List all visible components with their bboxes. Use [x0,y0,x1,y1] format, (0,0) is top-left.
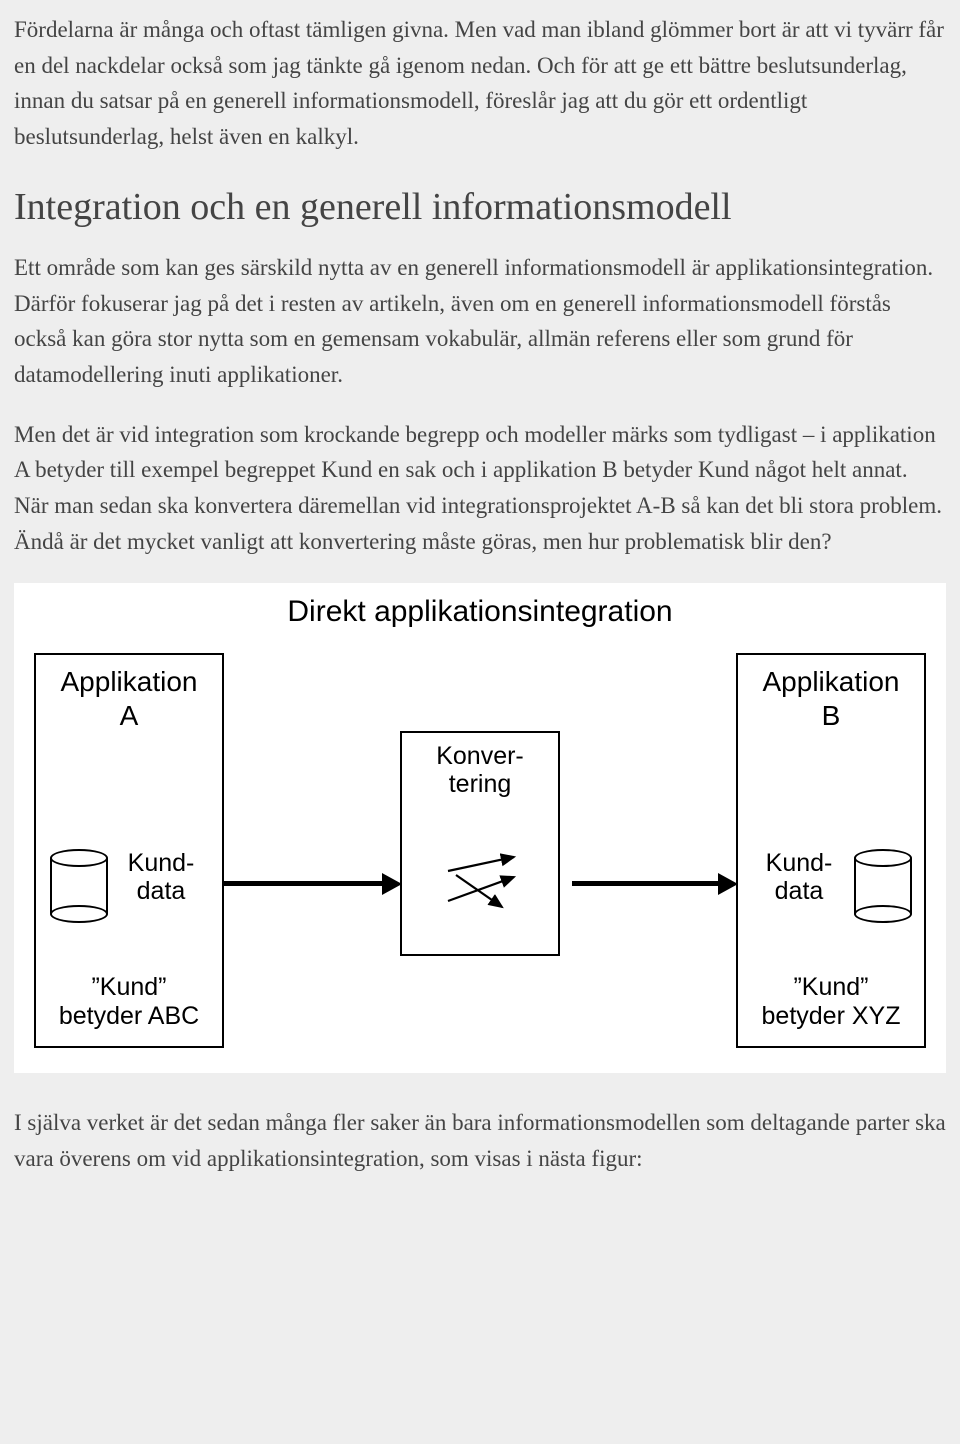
diagram-app-a-meaning-line2: betyder ABC [59,1002,199,1030]
diagram-app-a-box: Applikation A Kund- data ”Kund” betyder … [34,653,224,1048]
body-paragraph-2: Ett område som kan ges särskild nytta av… [14,250,946,393]
section-heading: Integration och en generell informations… [14,185,946,231]
diagram-app-a-data-label: Kund- data [116,850,206,905]
body-paragraph-4: I själva verket är det sedan många fler … [14,1105,946,1176]
diagram-app-b-label: Applikation B [738,665,924,732]
database-cylinder-icon [50,849,108,923]
database-cylinder-icon [854,849,912,923]
diagram-app-b-meaning-line2: betyder XYZ [762,1002,901,1030]
intro-paragraph-1: Fördelarna är många och oftast tämligen … [14,12,946,155]
diagram-app-a-meaning-line1: ”Kund” [91,973,166,1001]
diagram-app-b-box: Applikation B Kund- data ”Kund” betyder … [736,653,926,1048]
diagram-app-a-label-line1: Applikation [61,666,198,697]
diagram-app-b-meaning-line1: ”Kund” [793,973,868,1001]
diagram-app-a-data-label-line2: data [137,877,186,905]
diagram-direct-integration: Direkt applikationsintegration Applikati… [14,583,946,1073]
arrow-line-icon [224,881,386,886]
diagram-app-b-label-line2: B [822,700,841,731]
diagram-app-b-label-line1: Applikation [763,666,900,697]
diagram-conversion-label-line1: Konver- [436,742,524,770]
arrow-head-icon [718,873,738,895]
diagram-title: Direkt applikationsintegration [14,595,946,629]
diagram-app-b-data-label: Kund- data [754,850,844,905]
diagram-app-b-data-label-line1: Kund- [766,849,833,877]
diagram-app-a-data-label-line1: Kund- [128,849,195,877]
crossed-arrows-icon [442,853,522,913]
diagram-conversion-label: Konver- tering [402,743,558,798]
diagram-conversion-box: Konver- tering [400,731,560,956]
body-paragraph-3: Men det är vid integration som krockande… [14,417,946,560]
diagram-conversion-label-line2: tering [449,770,512,798]
arrow-line-icon [572,881,722,886]
diagram-app-b-meaning: ”Kund” betyder XYZ [738,973,924,1031]
arrow-head-icon [382,873,402,895]
diagram-app-b-data-label-line2: data [775,877,824,905]
diagram-app-a-meaning: ”Kund” betyder ABC [36,973,222,1031]
diagram-app-a-label-line2: A [120,700,139,731]
diagram-app-a-label: Applikation A [36,665,222,732]
